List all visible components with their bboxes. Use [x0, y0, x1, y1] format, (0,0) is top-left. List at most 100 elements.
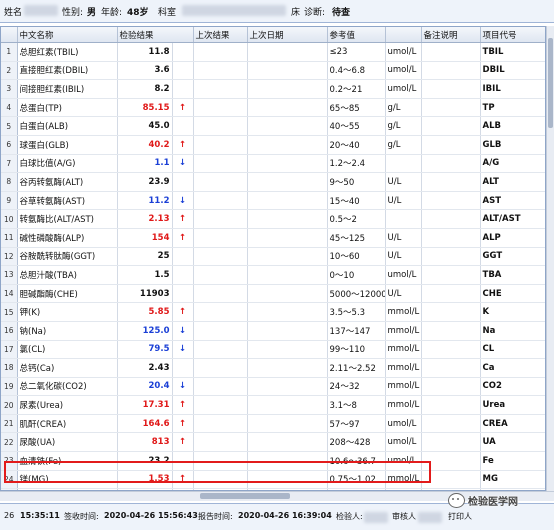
reference-range: 0～10: [327, 265, 386, 285]
table-row[interactable]: 16 钠(Na) 125.0 ↓ 137～147 mmol/L Na: [1, 321, 545, 341]
result-value: 45.0: [117, 116, 173, 136]
unit: U/L: [385, 284, 422, 304]
table-row[interactable]: 10 转氨酶比(ALT/AST) 2.13 ↑ 0.5～2 ALT/AST: [1, 209, 545, 229]
test-name: 白蛋白(ALB): [17, 116, 118, 136]
col-header-result[interactable]: 检验结果: [117, 27, 194, 43]
col-header-last-date[interactable]: 上次日期: [247, 27, 328, 43]
lab-results-grid: 中文名称 检验结果 上次结果 上次日期 参考值 备注说明 项目代号 1 总胆红素(…: [0, 26, 546, 491]
table-row[interactable]: 8 谷丙转氨酶(ALT) 23.9 9～50 U/L ALT: [1, 172, 545, 192]
table-row[interactable]: 14 胆碱酯酶(CHE) 11903 5000～12000 U/L CHE: [1, 284, 545, 304]
gender-value: 男: [87, 8, 97, 18]
table-row[interactable]: 12 谷胺酰转肽酶(GGT) 25 10～60 U/L GGT: [1, 247, 545, 267]
item-code: AST: [480, 191, 545, 211]
note: [421, 79, 481, 99]
last-result: [193, 154, 248, 174]
note: [421, 135, 481, 155]
row-index: 2: [1, 61, 18, 81]
test-name: 尿素(Urea): [17, 395, 118, 415]
last-result: [193, 451, 248, 471]
result-flag: [172, 451, 194, 471]
test-name: 间接胆红素(IBIL): [17, 79, 118, 99]
last-date: [247, 395, 328, 415]
table-row[interactable]: 21 肌酐(CREA) 164.6 ↑ 57～97 umol/L CREA: [1, 414, 545, 434]
row-index: 24: [1, 470, 18, 490]
col-header-note[interactable]: 备注说明: [421, 27, 481, 43]
result-flag: ↓: [172, 377, 194, 397]
last-date: [247, 432, 328, 453]
table-row[interactable]: 6 球蛋白(GLB) 40.2 ↑ 20～40 g/L GLB: [1, 135, 545, 155]
row-index: 3: [1, 79, 18, 99]
result-value: 154: [117, 228, 173, 248]
test-name: 碱性磷酸酶(ALP): [17, 228, 118, 248]
table-row[interactable]: 19 总二氧化碳(CO2) 20.4 ↓ 24～32 mmol/L CO2: [1, 377, 545, 397]
result-value: 40.2: [117, 135, 173, 155]
col-header-reference[interactable]: 参考值: [327, 27, 386, 43]
last-result: [193, 79, 248, 99]
col-header-name[interactable]: 中文名称: [17, 27, 118, 43]
result-flag: ↑: [172, 98, 194, 118]
result-value: 23.9: [117, 172, 173, 192]
reference-range: 20～40: [327, 135, 386, 155]
result-flag: [172, 79, 194, 99]
vertical-scrollbar[interactable]: [546, 26, 554, 491]
test-name: 镁(MG): [17, 470, 118, 490]
reference-range: 137～147: [327, 321, 386, 341]
last-date: [247, 265, 328, 285]
table-row[interactable]: 2 直接胆红素(DBIL) 3.6 0.4～6.8 umol/L DBIL: [1, 61, 545, 81]
item-code: UA: [480, 432, 545, 453]
redacted-dept: [182, 5, 286, 16]
table-row[interactable]: 24 镁(MG) 1.53 ↑ 0.75～1.02 mmol/L MG: [1, 470, 545, 490]
reference-range: 3.5～5.3: [327, 302, 386, 322]
unit: umol/L: [385, 451, 422, 471]
table-row[interactable]: 7 白球比值(A/G) 1.1 ↓ 1.2～2.4 A/G: [1, 154, 545, 174]
note: [421, 451, 481, 471]
vertical-scroll-thumb[interactable]: [548, 38, 553, 128]
table-row[interactable]: 22 尿酸(UA) 813 ↑ 208～428 umol/L UA: [1, 432, 545, 453]
row-index: 17: [1, 340, 18, 360]
col-header-code[interactable]: 项目代号: [480, 27, 545, 43]
note: [421, 61, 481, 81]
test-name: 钾(K): [17, 302, 118, 322]
last-date: [247, 172, 328, 192]
tester-label: 检验人:: [336, 512, 363, 521]
table-row[interactable]: 20 尿素(Urea) 17.31 ↑ 3.1～8 mmol/L Urea: [1, 395, 545, 415]
table-row[interactable]: 13 总胆汁酸(TBA) 1.5 0～10 umol/L TBA: [1, 265, 545, 285]
table-row[interactable]: 17 氯(CL) 79.5 ↓ 99～110 mmol/L CL: [1, 340, 545, 360]
note: [421, 265, 481, 285]
table-row[interactable]: 11 碱性磷酸酶(ALP) 154 ↑ 45～125 U/L ALP: [1, 228, 545, 248]
col-header-unit[interactable]: [385, 27, 422, 43]
table-row[interactable]: 9 谷草转氨酶(AST) 11.2 ↓ 15～40 U/L AST: [1, 191, 545, 211]
table-row[interactable]: 4 总蛋白(TP) 85.15 ↑ 65～85 g/L TP: [1, 98, 545, 118]
table-row[interactable]: 1 总胆红素(TBIL) 11.8 ≤23 umol/L TBIL: [1, 42, 545, 62]
result-flag: [172, 358, 194, 378]
last-date: [247, 116, 328, 136]
last-result: [193, 247, 248, 267]
table-row[interactable]: 15 钾(K) 5.85 ↑ 3.5～5.3 mmol/L K: [1, 302, 545, 322]
row-index: 8: [1, 172, 18, 192]
table-row[interactable]: 5 白蛋白(ALB) 45.0 40～55 g/L ALB: [1, 116, 545, 136]
last-result: [193, 321, 248, 341]
reference-range: 0.5～2: [327, 209, 386, 229]
row-index: 12: [1, 247, 18, 267]
test-name: 转氨酶比(ALT/AST): [17, 209, 118, 229]
table-row[interactable]: 23 血清铁(Fe) 23.2 10.6～36.7 umol/L Fe: [1, 451, 545, 471]
note: [421, 42, 481, 62]
last-date: [247, 321, 328, 341]
unit: mmol/L: [385, 358, 422, 378]
last-date: [247, 135, 328, 155]
unit: [385, 209, 422, 229]
result-flag: ↓: [172, 191, 194, 211]
table-row[interactable]: 3 间接胆红素(IBIL) 8.2 0.2～21 umol/L IBIL: [1, 79, 545, 99]
header-row: 中文名称 检验结果 上次结果 上次日期 参考值 备注说明 项目代号: [1, 27, 545, 43]
col-header-last-result[interactable]: 上次结果: [193, 27, 248, 43]
redacted-tester: [364, 512, 388, 523]
table-row[interactable]: 18 总钙(Ca) 2.43 2.11～2.52 mmol/L Ca: [1, 358, 545, 378]
last-date: [247, 451, 328, 471]
name-label: 姓名: [4, 8, 23, 18]
last-date: [247, 154, 328, 174]
horizontal-scroll-thumb[interactable]: [200, 493, 290, 499]
last-date: [247, 340, 328, 360]
bed-label: 床: [291, 8, 301, 18]
item-code: CL: [480, 340, 545, 360]
reference-range: 0.2～21: [327, 79, 386, 99]
